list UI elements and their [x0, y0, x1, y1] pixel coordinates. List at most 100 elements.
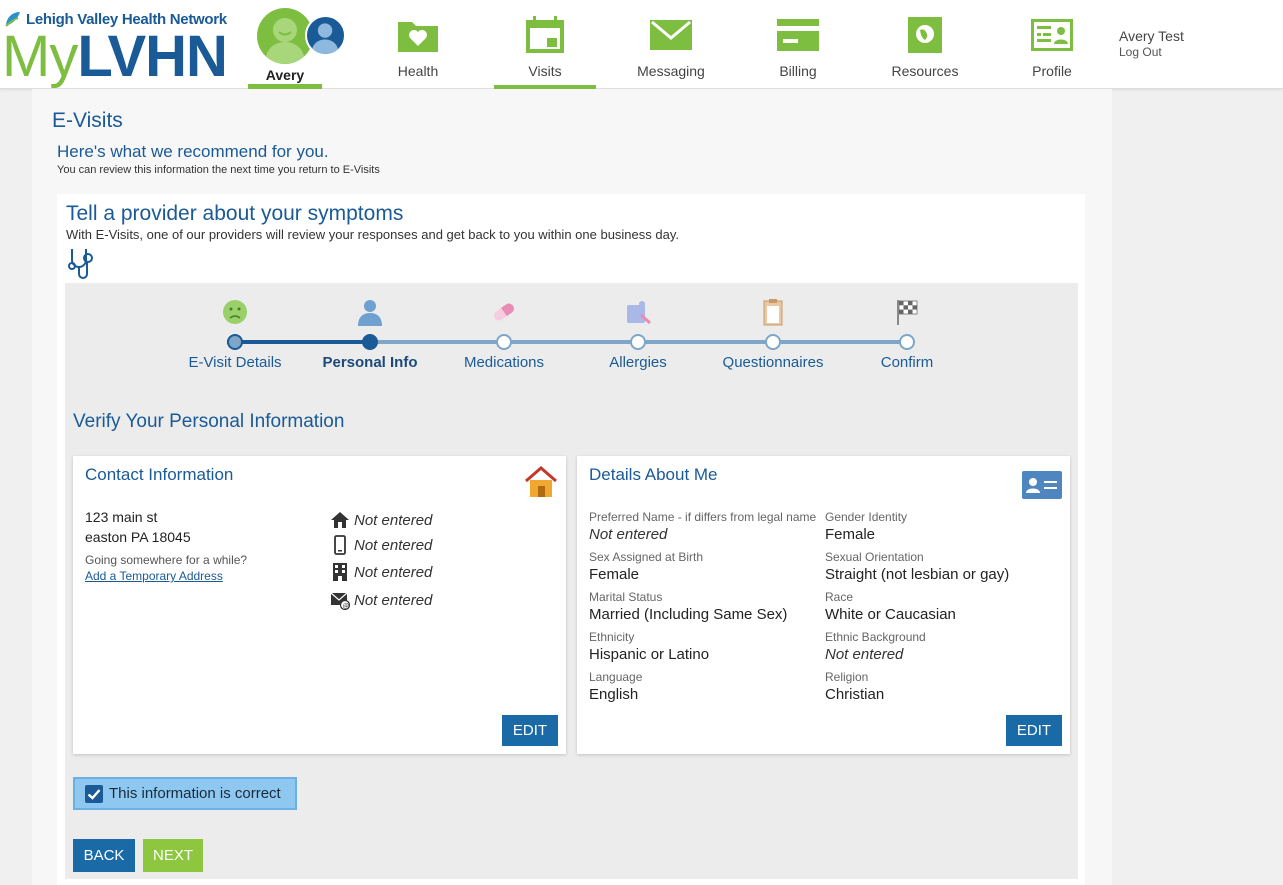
step-dot — [765, 334, 781, 350]
step-dot — [227, 334, 243, 350]
house-icon — [525, 466, 557, 497]
mylvhn-wordmark: MyLVHN — [2, 24, 228, 90]
marital-status-value: Married (Including Same Sex) — [589, 606, 788, 623]
ethnic-background-value: Not entered — [825, 646, 904, 663]
card-title: Tell a provider about your symptoms — [66, 202, 404, 225]
step-label: Confirm — [880, 354, 934, 371]
checkbox-label: This information is correct — [109, 785, 281, 802]
panel-title: Details About Me — [589, 465, 718, 484]
next-button[interactable]: NEXT — [143, 839, 203, 872]
back-button[interactable]: BACK — [73, 839, 135, 872]
proxy-avatar[interactable] — [305, 15, 346, 56]
mobile-phone-value: Not entered — [354, 536, 433, 554]
nav-health[interactable]: Health — [367, 0, 469, 89]
ethnic-background-label: Ethnic Background — [825, 630, 926, 644]
nav-resources[interactable]: Resources — [874, 0, 976, 89]
mylvhn-logo[interactable]: Lehigh Valley Health Network MyLVHN — [2, 8, 236, 90]
religion-value: Christian — [825, 686, 885, 703]
preferred-name-label: Preferred Name - if differs from legal n… — [589, 510, 817, 524]
mobile-phone-icon — [334, 535, 346, 555]
top-header: Lehigh Valley Health Network MyLVHN Aver… — [0, 0, 1283, 89]
step-label: Personal Info — [322, 354, 418, 371]
nav-billing[interactable]: Billing — [747, 0, 849, 89]
nav-label: Billing — [779, 63, 817, 79]
stepper-line-complete — [227, 340, 363, 344]
user-menu: Avery Test Log Out — [1119, 28, 1184, 59]
home-phone-value: Not entered — [354, 511, 433, 529]
step-label: Medications — [463, 354, 545, 371]
edit-contact-button[interactable]: EDIT — [502, 715, 558, 746]
nav-label: Messaging — [637, 63, 705, 79]
calendar-icon — [526, 16, 564, 53]
panel-title: Contact Information — [85, 465, 234, 484]
language-label: Language — [589, 670, 643, 684]
office-building-icon — [333, 563, 347, 581]
email-value: Not entered — [354, 591, 433, 609]
svg-text:@: @ — [343, 602, 350, 610]
sex-at-birth-label: Sex Assigned at Birth — [589, 550, 704, 564]
nav-label: Profile — [1032, 63, 1072, 79]
recommend-subtext: You can review this information the next… — [57, 164, 380, 176]
information-correct-checkbox[interactable]: This information is correct — [73, 777, 297, 810]
step-dot — [899, 334, 915, 350]
logo-lvhn: LVHN — [77, 24, 228, 89]
edit-details-button[interactable]: EDIT — [1006, 715, 1062, 746]
work-phone-value: Not entered — [354, 563, 433, 581]
gender-identity-label: Gender Identity — [825, 510, 908, 524]
nav-label: Resources — [891, 63, 959, 79]
page-title: E-Visits — [52, 109, 123, 132]
evisit-card: Tell a provider about your symptoms With… — [57, 194, 1085, 885]
race-value: White or Caucasian — [825, 606, 956, 623]
race-label: Race — [825, 590, 854, 604]
credit-card-icon — [777, 19, 819, 51]
checkered-flag-icon — [897, 300, 918, 325]
logout-link[interactable]: Log Out — [1119, 45, 1184, 59]
address-line1: 123 main st — [85, 509, 158, 525]
step-label: E-Visit Details — [188, 354, 282, 371]
sex-at-birth-value: Female — [589, 566, 640, 583]
email-row: @ Not entered — [330, 590, 432, 610]
add-temporary-address-link[interactable]: Add a Temporary Address — [85, 569, 223, 583]
nav-messaging[interactable]: Messaging — [620, 0, 722, 89]
nav-label: Health — [397, 63, 439, 79]
ethnicity-label: Ethnicity — [589, 630, 635, 644]
religion-label: Religion — [825, 670, 869, 684]
person-avatar-icon — [311, 23, 339, 54]
nav-profile[interactable]: Profile — [1001, 0, 1103, 89]
recommend-heading: Here's what we recommend for you. — [57, 142, 329, 161]
ethnicity-value: Hispanic or Latino — [589, 646, 710, 663]
user-name: Avery Test — [1119, 28, 1184, 44]
nav-label: Visits — [528, 63, 562, 79]
home-icon — [331, 512, 349, 528]
main-content: E-Visits Here's what we recommend for yo… — [32, 89, 1112, 885]
globe-book-icon — [908, 17, 942, 53]
id-card-icon — [1031, 19, 1073, 51]
section-title: Verify Your Personal Information — [73, 411, 345, 432]
address-block: 123 main st easton PA 18045 — [85, 507, 191, 547]
logo-my: My — [2, 24, 78, 89]
marital-status-label: Marital Status — [589, 590, 663, 604]
sexual-orientation-value: Straight (not lesbian or gay) — [825, 566, 1010, 583]
stethoscope-icon — [68, 249, 93, 279]
nav-visits[interactable]: Visits — [494, 0, 596, 89]
allergy-icon — [627, 301, 651, 325]
details-about-me-panel: Details About Me Preferred Name - if dif… — [577, 456, 1070, 754]
sick-face-icon — [223, 300, 247, 324]
temporary-address-prompt: Going somewhere for a while? — [85, 553, 248, 567]
mobile-phone-row: Not entered — [330, 535, 432, 555]
envelope-icon — [650, 20, 692, 50]
step-dot — [630, 334, 646, 350]
avatar-name: Avery — [265, 67, 305, 83]
checkbox[interactable] — [85, 784, 103, 803]
person-icon — [358, 300, 382, 326]
preferred-name-value: Not entered — [589, 526, 668, 543]
pill-icon — [494, 303, 514, 321]
checkmark-icon — [87, 788, 101, 800]
work-phone-row: Not entered — [330, 562, 432, 582]
step-dot — [362, 334, 378, 350]
email-icon: @ — [330, 592, 350, 610]
contact-information-panel: Contact Information 123 main st easton P… — [73, 456, 566, 754]
patient-switcher[interactable]: Avery — [248, 0, 346, 89]
step-label: Allergies — [609, 354, 667, 371]
gender-identity-value: Female — [825, 526, 876, 543]
